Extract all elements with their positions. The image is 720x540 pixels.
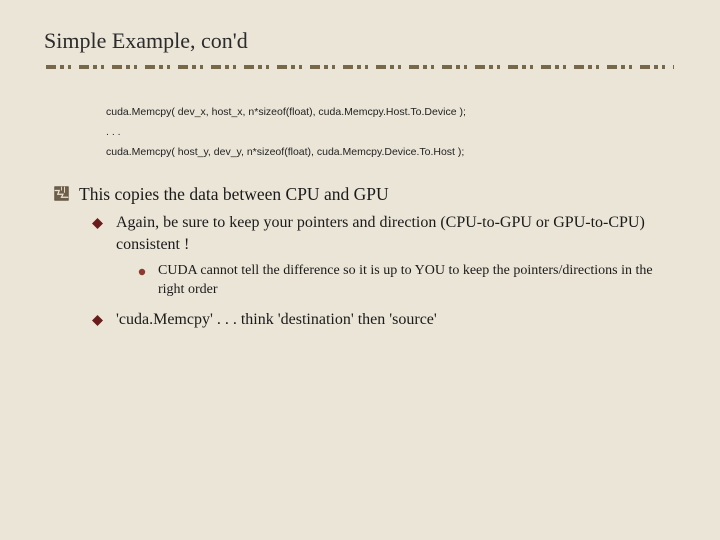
content: This copies the data between CPU and GPU… bbox=[48, 183, 676, 331]
slide: Simple Example, con'd cuda.Memcpy( dev_x… bbox=[0, 0, 720, 357]
bullet-text: CUDA cannot tell the difference so it is… bbox=[158, 262, 676, 300]
bullet-level3: CUDA cannot tell the difference so it is… bbox=[138, 262, 676, 300]
code-ellipsis: . . . bbox=[106, 123, 676, 143]
bullet-level1: This copies the data between CPU and GPU bbox=[54, 183, 676, 207]
bullet-text: 'cuda.Memcpy' . . . think 'destination' … bbox=[116, 309, 437, 331]
diamond-icon bbox=[92, 218, 106, 229]
bullet-level2: Again, be sure to keep your pointers and… bbox=[92, 212, 676, 255]
dot-icon bbox=[138, 268, 148, 276]
code-line-2: cuda.Memcpy( host_y, dev_y, n*sizeof(flo… bbox=[106, 143, 676, 163]
bullet-text: This copies the data between CPU and GPU bbox=[79, 183, 389, 207]
diamond-icon bbox=[92, 315, 106, 326]
code-block: cuda.Memcpy( dev_x, host_x, n*sizeof(flo… bbox=[106, 103, 676, 163]
divider bbox=[46, 64, 674, 69]
bullet-level2: 'cuda.Memcpy' . . . think 'destination' … bbox=[92, 309, 676, 331]
code-line-1: cuda.Memcpy( dev_x, host_x, n*sizeof(flo… bbox=[106, 103, 676, 123]
cracked-square-icon bbox=[54, 186, 71, 201]
bullet-text: Again, be sure to keep your pointers and… bbox=[116, 212, 676, 255]
slide-title: Simple Example, con'd bbox=[44, 28, 676, 54]
